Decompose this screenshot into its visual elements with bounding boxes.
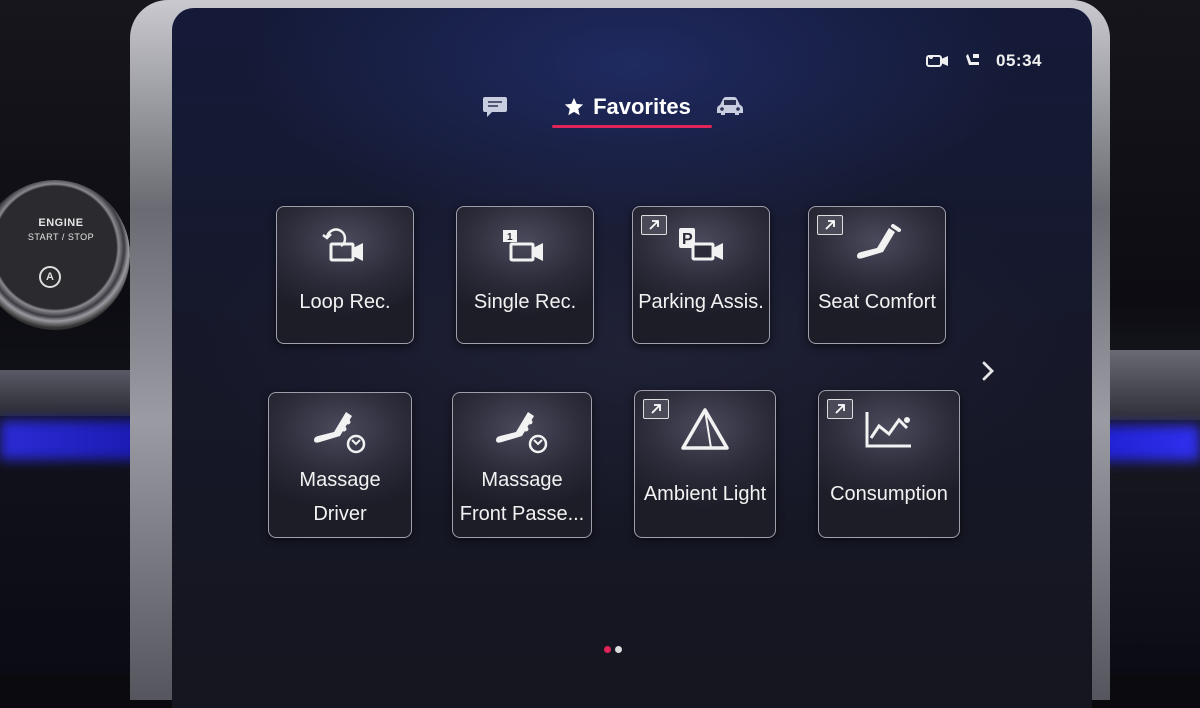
- tile-label: Massage Front Passe...: [457, 463, 587, 531]
- tile-label-line1: Massage: [299, 469, 381, 491]
- tile-label: Single Rec.: [473, 291, 577, 313]
- tile-label: Parking Assis.: [638, 291, 764, 313]
- page-dot-active: [604, 646, 611, 653]
- tab-messages[interactable]: [482, 95, 508, 119]
- tile-label-line1: Massage: [481, 469, 563, 491]
- tile-label: Consumption: [830, 483, 948, 505]
- auto-start-stop-icon: A: [39, 266, 61, 288]
- tile-parking-assist[interactable]: P Parking Assis.: [632, 206, 770, 344]
- next-page-button[interactable]: [977, 360, 999, 382]
- chevron-right-icon: [982, 361, 994, 381]
- tile-label: Massage Driver: [273, 463, 407, 531]
- tab-bar: Favorites: [172, 90, 1092, 130]
- clock: 05:34: [996, 51, 1042, 70]
- tab-favorites[interactable]: Favorites: [552, 90, 712, 128]
- engine-label-line1: ENGINE: [38, 217, 84, 229]
- tile-ambient-light[interactable]: Ambient Light: [634, 390, 776, 538]
- tile-single-rec[interactable]: 1 Single Rec.: [456, 206, 594, 344]
- tab-vehicle[interactable]: [716, 95, 744, 119]
- svg-text:P: P: [682, 231, 693, 248]
- tile-label-line2: Front Passe...: [459, 503, 585, 525]
- ambient-light-strip-left: [0, 420, 150, 460]
- svg-text:1: 1: [507, 232, 513, 243]
- engine-label-line2: START / STOP: [27, 232, 95, 242]
- ambient-light-prism-icon: [635, 407, 775, 453]
- single-record-camera-icon: 1: [457, 223, 593, 269]
- tile-label: Seat Comfort: [818, 291, 936, 313]
- tile-label-line2: Driver: [313, 503, 367, 525]
- tile-label: Ambient Light: [643, 483, 767, 505]
- tab-favorites-label: Favorites: [593, 94, 691, 119]
- status-bar: 05:34: [926, 50, 1042, 72]
- messages-icon: [483, 97, 507, 117]
- star-icon: [564, 97, 584, 116]
- vehicle-icon: [717, 97, 743, 115]
- dashcam-icon: [926, 53, 950, 69]
- active-tab-indicator: [552, 125, 712, 128]
- tile-massage-front-passenger[interactable]: Massage Front Passe...: [452, 392, 592, 538]
- consumption-chart-icon: [819, 407, 959, 453]
- tile-massage-driver[interactable]: Massage Driver: [268, 392, 412, 538]
- engine-button-label: ENGINE START / STOP: [18, 216, 104, 244]
- massage-seat-passenger-icon: [453, 409, 591, 455]
- tile-seat-comfort[interactable]: Seat Comfort: [808, 206, 946, 344]
- infotainment-screen: 05:34 Favorites Loop Rec. 1 Single Rec. …: [172, 8, 1092, 708]
- page-dot: [615, 646, 622, 653]
- seat-status-icon: [964, 52, 982, 70]
- loop-record-camera-icon: [277, 223, 413, 269]
- parking-camera-icon: P: [633, 223, 769, 269]
- tile-loop-rec[interactable]: Loop Rec.: [276, 206, 414, 344]
- massage-seat-icon: [269, 409, 411, 455]
- tile-label: Loop Rec.: [299, 291, 391, 313]
- page-indicator: [604, 646, 622, 653]
- trim-left: [0, 370, 150, 416]
- tile-consumption[interactable]: Consumption: [818, 390, 960, 538]
- seat-icon: [809, 223, 945, 269]
